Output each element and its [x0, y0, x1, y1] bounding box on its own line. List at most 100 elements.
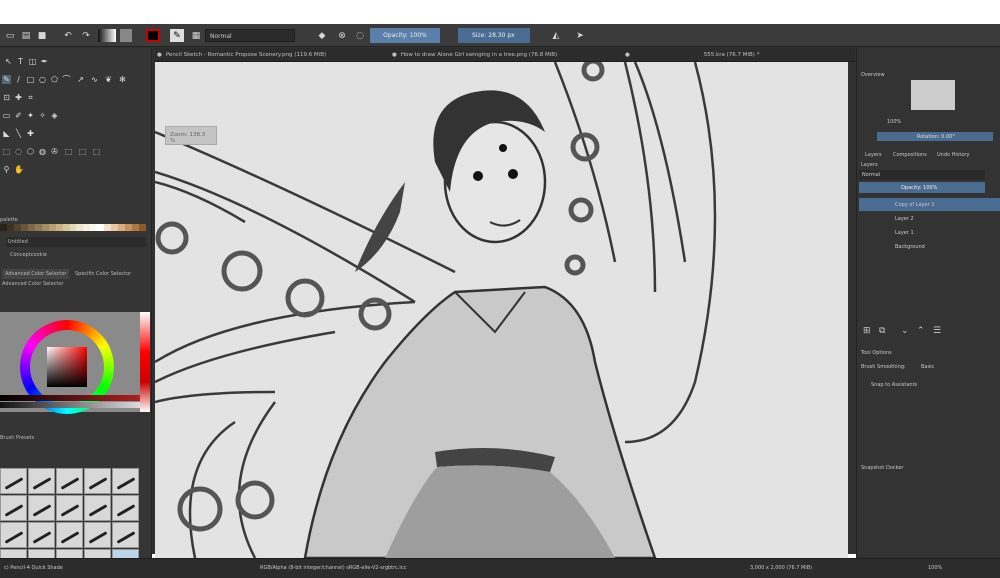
smart-patch-icon[interactable]: ✧ [38, 111, 47, 120]
multibrush-icon[interactable]: ✻ [118, 75, 127, 84]
polyline-tool-icon[interactable]: ⌒ [62, 75, 71, 84]
palette-swatch[interactable] [13, 224, 21, 231]
palette-swatch[interactable] [55, 224, 63, 231]
shade-bar[interactable] [0, 395, 140, 401]
brush-preset[interactable] [56, 522, 83, 548]
brush-preset[interactable] [84, 522, 111, 548]
add-layer-icon[interactable]: ⊞ [863, 326, 871, 336]
palette-swatch[interactable] [69, 224, 77, 231]
text-tool-icon[interactable]: T [16, 57, 25, 66]
saturation-value-square[interactable] [47, 347, 87, 387]
tab-layers[interactable]: Layers [865, 152, 882, 158]
bezier-tool-icon[interactable]: ↗ [76, 75, 85, 84]
palette-swatch[interactable] [20, 224, 28, 231]
calligraphy-icon[interactable]: ✒ [40, 57, 49, 66]
color-picker-icon[interactable]: ✐ [14, 111, 23, 120]
palette-swatch[interactable] [125, 224, 133, 231]
palette-swatch[interactable] [34, 224, 42, 231]
layer-opacity-slider[interactable]: Opacity: 100% [859, 182, 985, 193]
contiguous-select-icon[interactable]: ✇ [50, 147, 59, 156]
status-zoom[interactable]: 100% [928, 565, 942, 571]
overview-thumbnail[interactable] [911, 80, 955, 110]
palette-name[interactable]: Untitled [6, 237, 146, 247]
rotation-slider[interactable]: Rotation: 0.00° [877, 132, 993, 141]
palette-swatch[interactable] [41, 224, 49, 231]
close-tab-icon[interactable]: ● [392, 52, 397, 62]
palette-swatch[interactable] [76, 224, 84, 231]
preserve-alpha-icon[interactable]: ⊗ [336, 29, 348, 42]
layer-blend-select[interactable]: Normal [859, 170, 985, 180]
palette-swatch[interactable] [90, 224, 98, 231]
opacity-slider[interactable]: Opacity: 100% [370, 28, 440, 43]
rectangle-tool-icon[interactable]: □ [26, 75, 35, 84]
drawing-canvas[interactable] [155, 62, 848, 558]
tab-compositions[interactable]: Compositions [893, 152, 927, 158]
edit-shapes-icon[interactable]: ◫ [28, 57, 37, 66]
freehand-brush-icon[interactable]: ✎ [2, 75, 11, 84]
brush-preset[interactable] [84, 468, 111, 494]
redo-icon[interactable]: ↷ [80, 29, 92, 42]
select-shapes-icon[interactable]: ↖ [4, 57, 13, 66]
color-swap-icon[interactable] [146, 29, 160, 42]
freehand-path-icon[interactable]: ∿ [90, 75, 99, 84]
pan-tool-icon[interactable]: ✋ [14, 165, 24, 174]
ellipse-select-icon[interactable]: ◌ [14, 147, 23, 156]
palette-swatch[interactable] [27, 224, 35, 231]
brush-preset[interactable] [56, 468, 83, 494]
ellipse-tool-icon[interactable]: ○ [38, 75, 47, 84]
brush-preset[interactable] [0, 522, 27, 548]
close-tab-icon[interactable]: ● [625, 52, 630, 62]
outline-select-icon[interactable]: ◍ [38, 147, 47, 156]
reference-tool-icon[interactable]: ✚ [26, 129, 35, 138]
palette-swatch[interactable] [6, 224, 14, 231]
assistant-tool-icon[interactable]: ◣ [2, 129, 11, 138]
move-layer-down-icon[interactable]: ⌄ [901, 326, 909, 336]
blend-mode-select[interactable]: Normal [205, 29, 295, 42]
gradient-tool-icon[interactable]: ▭ [2, 111, 11, 120]
polygon-tool-icon[interactable]: ⬠ [50, 75, 59, 84]
move-tool-icon[interactable]: ✚ [14, 93, 23, 102]
tab-undo-history[interactable]: Undo History [937, 152, 969, 158]
brush-preset[interactable] [112, 468, 139, 494]
brush-preset[interactable] [84, 495, 111, 521]
bezier-select-icon[interactable]: ⬚ [78, 147, 87, 156]
gradient-icon[interactable] [98, 29, 116, 42]
brush-preset[interactable] [0, 468, 27, 494]
color-history-strip[interactable] [140, 312, 150, 412]
overview-zoom[interactable]: 100% [887, 119, 901, 125]
magnetic-select-icon[interactable]: ⬚ [92, 147, 101, 156]
mirror-vertical-icon[interactable]: ➤ [574, 29, 586, 42]
layer-row[interactable]: Copy of Layer 2 [859, 198, 1000, 211]
palette-swatch[interactable] [97, 224, 105, 231]
new-file-icon[interactable]: ▭ [4, 29, 16, 42]
palette-swatch[interactable] [104, 224, 112, 231]
brush-preset[interactable] [28, 522, 55, 548]
palette-swatch[interactable] [139, 224, 147, 231]
palette-swatch[interactable] [83, 224, 91, 231]
tab-555[interactable]: ● 555.kra (76.7 MiB) * [625, 48, 855, 62]
tab-specific-color[interactable]: Specific Color Selector [72, 269, 134, 279]
save-icon[interactable]: ■ [36, 29, 48, 42]
tab-advanced-color[interactable]: Advanced Color Selector [2, 269, 70, 279]
similar-select-icon[interactable]: ⬚ [64, 147, 73, 156]
layer-row[interactable]: Layer 1 [859, 226, 1000, 239]
polygon-select-icon[interactable]: ⬡ [26, 147, 35, 156]
gray-bar[interactable] [0, 402, 140, 408]
size-slider[interactable]: Size: 28.30 px [458, 28, 530, 43]
brush-preset[interactable] [0, 495, 27, 521]
move-layer-up-icon[interactable]: ⌃ [917, 326, 925, 336]
brush-preset-icon[interactable]: ✎ [170, 29, 184, 42]
palette-swatch[interactable] [118, 224, 126, 231]
layer-row[interactable]: Background [859, 240, 1000, 253]
transform-tool-icon[interactable]: ⊡ [2, 93, 11, 102]
brush-preset[interactable] [112, 495, 139, 521]
tab-alone-girl[interactable]: ● How to draw Alone Girl swinging in a t… [392, 48, 627, 62]
layer-row[interactable]: Layer 2 [859, 212, 1000, 225]
crop-tool-icon[interactable]: ⌗ [26, 93, 35, 102]
mirror-horizontal-icon[interactable]: ◭ [550, 29, 562, 42]
undo-icon[interactable]: ↶ [62, 29, 74, 42]
brush-preset[interactable] [28, 495, 55, 521]
line-tool-icon[interactable]: / [14, 75, 23, 84]
snap-assistants-checkbox[interactable]: Snap to Assistants [871, 382, 917, 388]
zoom-tool-icon[interactable]: ⚲ [2, 165, 11, 174]
